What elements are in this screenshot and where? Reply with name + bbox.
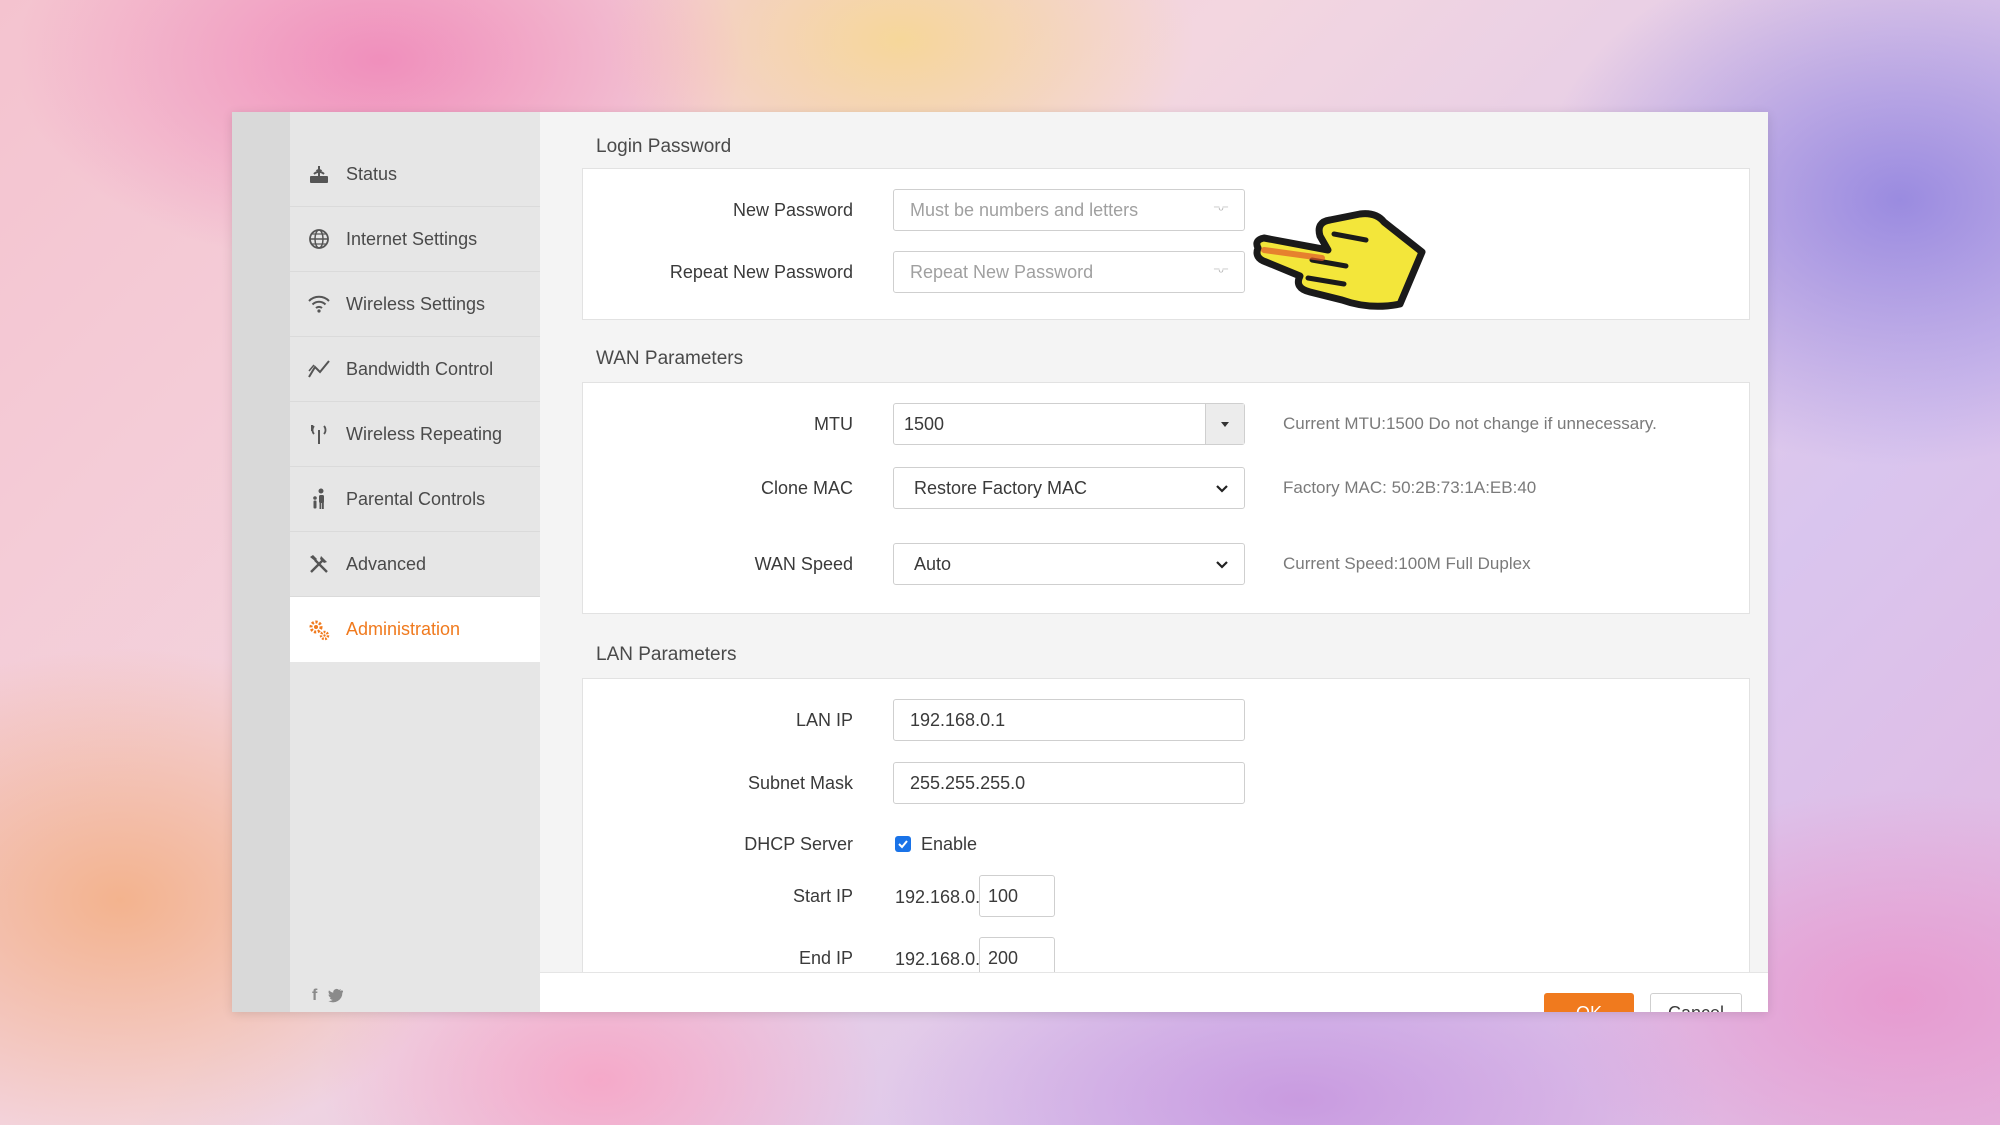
end-ip-input[interactable]	[979, 937, 1055, 972]
twitter-icon[interactable]	[327, 987, 345, 1008]
end-ip-prefix: 192.168.0.	[895, 949, 981, 969]
repeat-password-label: Repeat New Password	[669, 262, 853, 282]
cancel-button[interactable]: Cancel	[1650, 993, 1742, 1012]
eye-hidden-icon[interactable]: ⁻ᵕ⁻	[1213, 201, 1229, 218]
dhcp-enable-checkbox[interactable]	[895, 836, 911, 852]
sidebar-item-internet-settings[interactable]: Internet Settings	[290, 207, 540, 272]
sidebar-item-bandwidth-control[interactable]: Bandwidth Control	[290, 337, 540, 402]
wan-speed-hint: Current Speed:100M Full Duplex	[1283, 554, 1531, 573]
clone-mac-value: Restore Factory MAC	[914, 477, 1088, 498]
action-footer: OK Cancel	[540, 972, 1768, 1012]
start-ip-label: Start IP	[792, 886, 853, 906]
wan-parameters-panel: MTU 1500 Current MTU:1500 Do not change …	[582, 382, 1750, 614]
wan-speed-label: WAN Speed	[754, 554, 853, 574]
sidebar-nav: Status Internet Settings Wireless Settin…	[290, 142, 540, 662]
mtu-row: MTU 1500 Current MTU:1500 Do not change …	[583, 403, 1749, 447]
gears-icon	[306, 617, 332, 643]
sidebar-item-label: Status	[346, 163, 398, 184]
sidebar-item-label: Wireless Repeating	[346, 423, 503, 444]
check-icon	[898, 840, 908, 849]
new-password-label: New Password	[732, 200, 853, 220]
lan-ip-label: LAN IP	[795, 710, 853, 730]
sidebar-item-wireless-repeating[interactable]: Wireless Repeating	[290, 402, 540, 467]
clone-mac-hint: Factory MAC: 50:2B:73:1A:EB:40	[1283, 478, 1537, 497]
start-ip-input[interactable]	[979, 875, 1055, 917]
sidebar-item-parental-controls[interactable]: Parental Controls	[290, 467, 540, 532]
lan-ip-row: LAN IP	[583, 699, 1749, 743]
wan-speed-select[interactable]: Auto	[893, 543, 1245, 585]
chevron-down-icon	[1216, 485, 1228, 493]
end-ip-label: End IP	[798, 948, 853, 968]
wan-speed-row: WAN Speed Auto Current Speed:100M Full D…	[583, 543, 1749, 587]
mtu-dropdown-button[interactable]	[1205, 404, 1244, 444]
wan-speed-value: Auto	[914, 553, 952, 574]
wifi-icon	[306, 291, 332, 317]
dhcp-server-row: DHCP Server Enable	[583, 823, 1749, 867]
mtu-value: 1500	[904, 413, 945, 434]
eye-hidden-icon[interactable]: ⁻ᵕ⁻	[1213, 263, 1229, 280]
dhcp-server-label: DHCP Server	[744, 834, 853, 854]
pointing-hand-icon	[1253, 210, 1426, 310]
login-password-title: Login Password	[596, 136, 732, 157]
sidebar-item-label: Internet Settings	[346, 228, 478, 249]
caret-down-icon	[1221, 422, 1229, 427]
mtu-combobox[interactable]: 1500	[893, 403, 1245, 445]
antenna-icon	[306, 421, 332, 447]
subnet-mask-label: Subnet Mask	[747, 773, 853, 793]
new-password-row: New Password ⁻ᵕ⁻	[583, 189, 1749, 233]
start-ip-row: Start IP 192.168.0.	[583, 875, 1749, 919]
wan-parameters-title: WAN Parameters	[596, 348, 744, 369]
mtu-label: MTU	[814, 414, 853, 434]
subnet-mask-input[interactable]	[893, 762, 1245, 804]
clone-mac-select[interactable]: Restore Factory MAC	[893, 467, 1245, 509]
tools-icon	[306, 551, 332, 577]
end-ip-row: End IP 192.168.0.	[583, 937, 1749, 972]
lan-ip-input[interactable]	[893, 699, 1245, 741]
sidebar-item-label: Parental Controls	[346, 488, 486, 509]
social-links: f	[312, 987, 345, 1008]
sidebar-item-label: Advanced	[346, 553, 427, 574]
clone-mac-label: Clone MAC	[760, 478, 853, 498]
repeat-password-input[interactable]	[893, 251, 1245, 293]
clone-mac-row: Clone MAC Restore Factory MAC Factory MA…	[583, 467, 1749, 511]
lan-parameters-panel: LAN IP Subnet Mask DHCP Server Enable St…	[582, 678, 1750, 972]
router-icon	[306, 161, 332, 187]
chevron-down-icon	[1216, 561, 1228, 569]
sidebar-item-label: Administration	[346, 619, 461, 639]
lan-parameters-title: LAN Parameters	[596, 644, 737, 665]
sidebar-item-status[interactable]: Status	[290, 142, 540, 207]
router-admin-window: Status Internet Settings Wireless Settin…	[232, 112, 1768, 1012]
sidebar-item-administration[interactable]: Administration	[290, 597, 540, 662]
sidebar: Status Internet Settings Wireless Settin…	[290, 112, 540, 1012]
ok-button[interactable]: OK	[1544, 993, 1634, 1012]
sidebar-item-advanced[interactable]: Advanced	[290, 532, 540, 597]
new-password-input[interactable]	[893, 189, 1245, 231]
facebook-icon[interactable]: f	[312, 987, 317, 1008]
sidebar-item-label: Wireless Settings	[346, 293, 486, 314]
dhcp-enable-label[interactable]: Enable	[921, 834, 977, 855]
family-icon	[306, 486, 332, 512]
subnet-mask-row: Subnet Mask	[583, 762, 1749, 806]
login-password-panel: New Password ⁻ᵕ⁻ Repeat New Password ⁻ᵕ⁻	[582, 168, 1750, 320]
main-content: Login Password New Password ⁻ᵕ⁻ Repeat N…	[540, 112, 1768, 972]
start-ip-prefix: 192.168.0.	[895, 887, 981, 907]
mtu-hint: Current MTU:1500 Do not change if unnece…	[1283, 414, 1657, 433]
globe-icon	[306, 226, 332, 252]
repeat-password-row: Repeat New Password ⁻ᵕ⁻	[583, 251, 1749, 295]
sidebar-item-label: Bandwidth Control	[346, 358, 494, 379]
sidebar-item-wireless-settings[interactable]: Wireless Settings	[290, 272, 540, 337]
chart-line-icon	[306, 356, 332, 382]
left-rail	[232, 112, 290, 1012]
